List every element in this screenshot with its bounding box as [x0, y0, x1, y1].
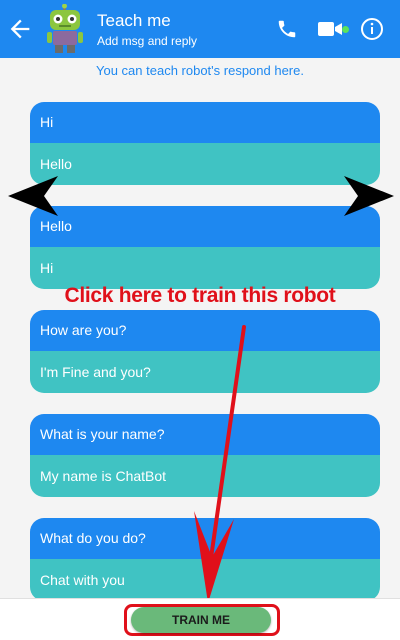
header-subtitle: Add msg and reply	[97, 34, 198, 48]
app-header: Teach me Add msg and reply	[0, 0, 400, 58]
swipe-right-arrow-icon	[344, 176, 394, 216]
phone-icon[interactable]	[276, 18, 298, 40]
message-answer: Hello	[30, 143, 380, 185]
teach-hint: You can teach robot's respond here.	[96, 63, 304, 78]
message-pair-card[interactable]: Hi Hello	[30, 102, 380, 185]
message-pair-card[interactable]: Hello Hi	[30, 206, 380, 289]
message-answer: Hi	[30, 247, 380, 289]
train-me-button[interactable]: TRAIN ME	[131, 607, 271, 633]
header-title: Teach me	[97, 11, 171, 30]
arrow-back-icon[interactable]	[6, 15, 34, 43]
message-question: Hello	[30, 206, 380, 247]
video-camera-icon[interactable]	[318, 20, 342, 38]
robot-avatar	[47, 4, 83, 53]
online-status-dot	[342, 26, 349, 33]
info-icon[interactable]	[360, 17, 384, 41]
annotation-arrow-icon	[194, 325, 246, 603]
swipe-left-arrow-icon	[8, 176, 58, 216]
train-annotation-text: Click here to train this robot	[64, 284, 336, 307]
message-question: Hi	[30, 102, 380, 143]
